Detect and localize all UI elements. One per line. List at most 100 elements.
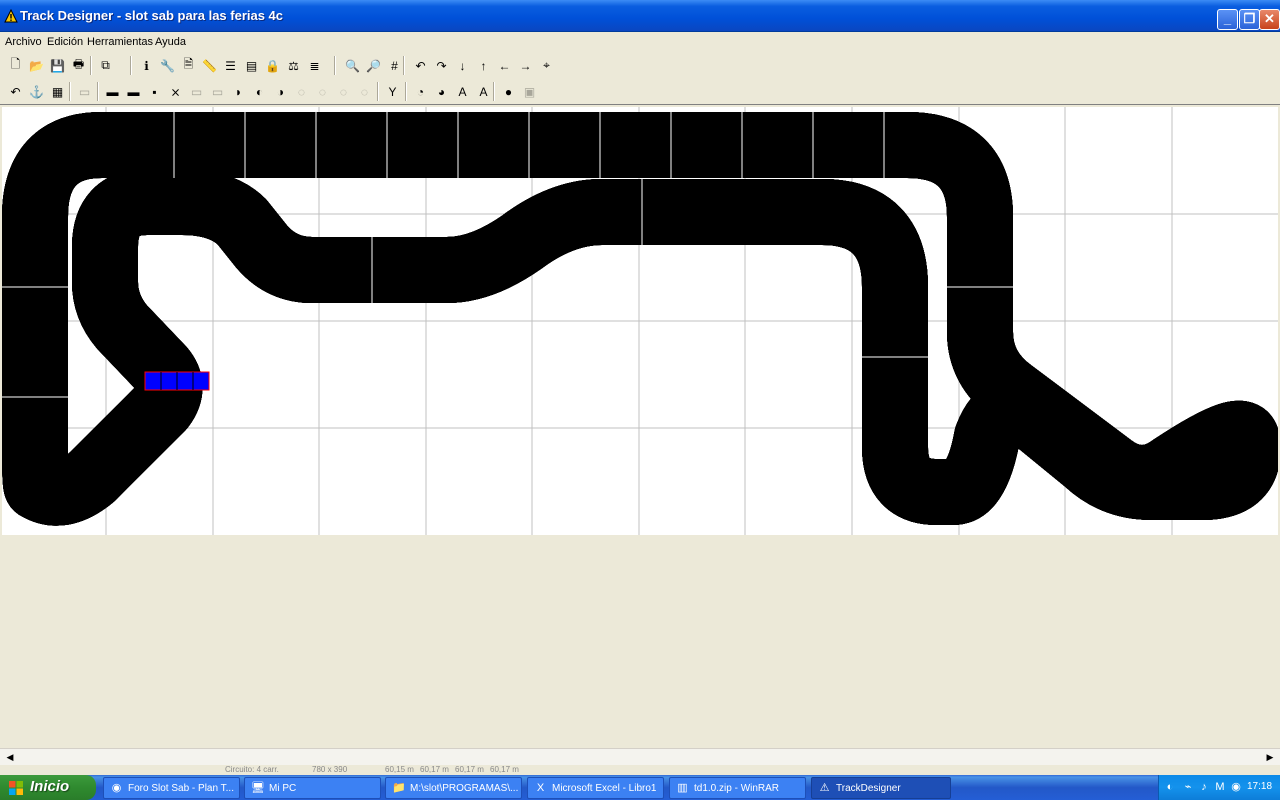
status-circuit: Circuito: 4 carr.	[225, 765, 279, 774]
chrome-icon: ◉	[111, 782, 122, 794]
window-title: Track Designer - slot sab para las feria…	[20, 8, 284, 23]
new-icon[interactable]: 🗋	[6, 56, 25, 75]
status-lane-2: 60,17 m	[420, 765, 449, 774]
maximize-button[interactable]: ❐	[1239, 9, 1260, 30]
grid-icon[interactable]: #	[385, 56, 404, 75]
taskbar-button[interactable]: ▥ td1.0.zip - WinRAR	[669, 777, 806, 799]
taskbar-button[interactable]: 🖥 Mi PC	[244, 777, 381, 799]
auto-remove-icon[interactable]: A	[474, 82, 493, 101]
track-piece-icon[interactable]: ▦	[48, 82, 67, 101]
menu-herramientas[interactable]: Herramientas	[87, 36, 153, 48]
straight-short-icon[interactable]: ▪	[145, 82, 164, 101]
lock-icon[interactable]: 🔒	[263, 56, 282, 75]
taskbar-button[interactable]: X Microsoft Excel - Libro1	[527, 777, 664, 799]
menu-edicion[interactable]: Edición	[47, 36, 83, 48]
loop-disabled-icon: ◌	[360, 84, 369, 99]
status-size: 780 x 390	[312, 765, 348, 774]
arrow-left-icon[interactable]: ←	[495, 56, 514, 75]
curve-medium-icon[interactable]: ◐	[250, 82, 269, 101]
status-lane-3: 60,17 m	[455, 765, 484, 774]
toolbar-separator	[334, 56, 336, 75]
toolbar-separator	[90, 56, 92, 75]
start-button[interactable]: Inicio	[0, 775, 96, 800]
status-lane-1: 60,15 m	[385, 765, 414, 774]
border-curve-icon[interactable]: ◕	[432, 82, 451, 101]
minimize-button[interactable]: _	[1217, 9, 1238, 30]
clock: 17:18	[1247, 781, 1273, 792]
mail-icon[interactable]: M	[1213, 780, 1227, 794]
junction-icon[interactable]: Y	[383, 82, 402, 101]
ruler-icon[interactable]: 📏	[200, 56, 219, 75]
stack-icon[interactable]: ☰	[221, 56, 240, 75]
anchor-icon[interactable]: ⚓	[27, 82, 46, 101]
arrow-up-icon[interactable]: ↑	[474, 56, 493, 75]
border-icon[interactable]: ◔	[411, 82, 430, 101]
curve-large-icon[interactable]: ◑	[271, 82, 290, 101]
taskbar-button[interactable]: ⚠ TrackDesigner	[811, 777, 951, 799]
straight-long-icon[interactable]: ▬	[103, 82, 122, 101]
save-icon[interactable]: 💾	[48, 56, 67, 75]
excel-icon: X	[536, 782, 545, 794]
taskbar-button-label: td1.0.zip - WinRAR	[694, 783, 780, 794]
toolbar-separator	[130, 56, 132, 75]
taskbar-button-label: Mi PC	[269, 783, 297, 794]
copy-icon[interactable]: ⧉	[96, 56, 115, 75]
warning-icon	[4, 9, 18, 23]
horizontal-scrollbar[interactable]: ◀ ▶	[0, 748, 1280, 765]
info-icon[interactable]: ℹ	[137, 56, 156, 75]
toolbar-separator	[377, 82, 379, 101]
warning-icon: ⚠	[819, 782, 830, 794]
taskbar-button-label: TrackDesigner	[836, 783, 901, 794]
open-icon[interactable]: 📂	[27, 56, 46, 75]
status-lane-4: 60,17 m	[490, 765, 519, 774]
network-icon[interactable]: ⌁	[1181, 780, 1195, 794]
scroll-left-icon[interactable]: ◀	[2, 750, 18, 765]
toolbar-separator	[97, 82, 99, 101]
balance-icon[interactable]: ⚖	[284, 56, 303, 75]
taskbar: Inicio ◉ Foro Slot Sab - Plan T... 🖥 Mi PC 📁…	[0, 775, 1280, 800]
computer-icon: 🖥	[251, 782, 265, 794]
zoom-out-icon[interactable]: 🔍	[343, 56, 362, 75]
arrow-down-icon[interactable]: ↓	[453, 56, 472, 75]
curve-disabled-2-icon: ◌	[318, 84, 327, 99]
start-label: Inicio	[30, 778, 70, 795]
taskbar-button[interactable]: 📁 M:\slot\PROGRAMAS\...	[385, 777, 522, 799]
main-toolbar: 🗋 📂 💾 🖶 ⧉ ℹ 🔧 🗎 📏 ☰ ▤ 🔒 ⚖ ≣ 🔍 🔎 # ↶ ↷ ↓ ↑ ← → ⌖	[0, 54, 1280, 78]
arrow-right-icon[interactable]: →	[516, 56, 535, 75]
track-list-icon[interactable]: ≣	[305, 56, 324, 75]
crossover-icon[interactable]: ⨯	[166, 82, 185, 101]
toolbar-separator	[493, 82, 495, 101]
hairpin-disabled-icon: ◌	[339, 84, 348, 99]
antivirus-icon[interactable]: ◉	[1229, 780, 1243, 794]
layers-icon[interactable]: ▤	[242, 56, 261, 75]
volume-icon[interactable]: ♪	[1197, 780, 1211, 794]
color-icon[interactable]: ●	[499, 82, 518, 101]
taskbar-button[interactable]: ◉ Foro Slot Sab - Plan T...	[103, 777, 240, 799]
windows-logo-icon	[9, 781, 23, 795]
straight-medium-icon[interactable]: ▬	[124, 82, 143, 101]
close-button[interactable]: ✕	[1259, 9, 1280, 30]
rotate-right-icon[interactable]: ↷	[432, 56, 451, 75]
center-icon[interactable]: ⌖	[537, 56, 556, 75]
undo-icon[interactable]: ↶	[6, 82, 25, 101]
taskbar-button-label: Foro Slot Sab - Plan T...	[128, 783, 234, 794]
straight-disabled-icon: ▭	[190, 84, 203, 99]
document-icon[interactable]: 🗎	[179, 56, 198, 75]
auto-icon[interactable]: A	[453, 82, 472, 101]
track-piece-disabled-icon: ▭	[78, 84, 91, 99]
menu-ayuda[interactable]: Ayuda	[155, 36, 186, 48]
menu-archivo[interactable]: Archivo	[5, 36, 42, 48]
bluetooth-icon[interactable]: ◐	[1163, 780, 1177, 794]
zoom-in-icon[interactable]: 🔎	[364, 56, 383, 75]
design-canvas[interactable]	[0, 104, 1280, 748]
rotate-left-icon[interactable]: ↶	[411, 56, 430, 75]
winrar-icon: ▥	[677, 782, 688, 794]
toolbar-separator	[405, 82, 407, 101]
print-icon[interactable]: 🖶	[69, 56, 88, 75]
curve-small-icon[interactable]: ◗	[229, 82, 248, 101]
wrench-icon[interactable]: 🔧	[158, 56, 177, 75]
folder-icon: 📁	[392, 782, 406, 794]
track-layout[interactable]	[2, 107, 1278, 535]
menu-bar: Archivo Edición Herramientas Ayuda	[0, 33, 1280, 51]
scroll-right-icon[interactable]: ▶	[1262, 750, 1278, 765]
